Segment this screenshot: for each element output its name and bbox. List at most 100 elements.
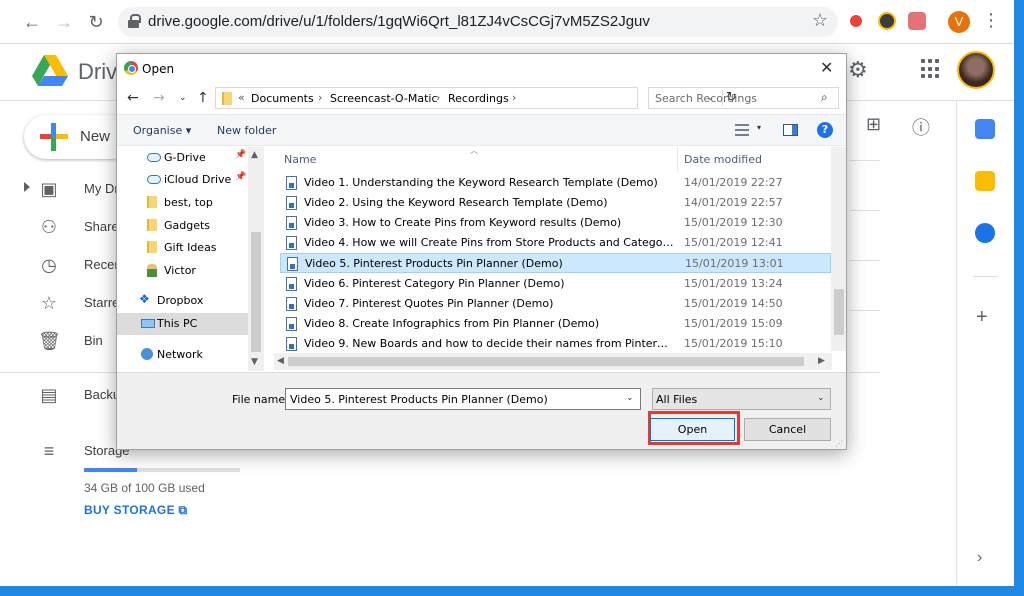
scroll-left-icon[interactable]: ◀: [277, 356, 284, 366]
file-type-value: All Files: [656, 393, 698, 406]
video-file-icon: [287, 257, 298, 271]
add-addon-icon[interactable]: +: [976, 306, 988, 329]
forward-icon[interactable]: →: [52, 10, 76, 34]
bookmark-star-icon[interactable]: ☆: [812, 10, 828, 31]
file-row[interactable]: Video 3. How to Create Pins from Keyword…: [280, 213, 831, 233]
column-header-name[interactable]: Name: [284, 153, 316, 166]
file-row[interactable]: Video 6. Pinterest Category Pin Planner …: [280, 274, 831, 294]
profile-avatar[interactable]: V: [948, 11, 970, 33]
breadcrumb-separator[interactable]: ›: [318, 91, 322, 104]
scrollbar-thumb[interactable]: [251, 232, 261, 352]
file-row[interactable]: Video 8. Create Infographics from Pin Pl…: [280, 314, 831, 334]
close-icon[interactable]: ✕: [820, 58, 833, 77]
file-name: Video 1. Understanding the Keyword Resea…: [304, 176, 658, 189]
scrollbar-thumb[interactable]: [288, 357, 804, 366]
file-row[interactable]: Video 9. New Boards and how to decide th…: [280, 334, 831, 354]
chevron-down-icon[interactable]: ⌄: [817, 393, 825, 403]
breadcrumb-separator[interactable]: ›: [512, 91, 516, 104]
breadcrumb-recordings[interactable]: Recordings: [448, 92, 509, 105]
resize-grip-icon[interactable]: ⋰: [835, 439, 843, 448]
file-row[interactable]: Video 2. Using the Keyword Research Temp…: [280, 193, 831, 213]
info-icon[interactable]: ⓘ: [912, 114, 930, 140]
file-row-selected[interactable]: Video 5. Pinterest Products Pin Planner …: [280, 253, 831, 273]
file-name: Video 3. How to Create Pins from Keyword…: [304, 216, 622, 229]
grid-view-icon[interactable]: ⊞: [866, 114, 881, 135]
tasks-icon[interactable]: [975, 223, 995, 243]
preview-pane-icon[interactable]: [783, 124, 798, 136]
calendar-icon[interactable]: [975, 119, 995, 139]
nav-item-this-pc[interactable]: This PC: [117, 313, 248, 335]
chevron-right-icon[interactable]: ›: [977, 549, 982, 567]
pin-icon: 📌: [235, 150, 247, 160]
file-row[interactable]: Video 4. How we will Create Pins from St…: [280, 233, 831, 253]
file-list-horizontal-scrollbar[interactable]: ◀ ▶: [274, 353, 832, 370]
video-file-icon: [286, 277, 297, 291]
breadcrumb-separator[interactable]: ›: [436, 91, 440, 104]
sidebar-item-label: Backu: [84, 387, 121, 402]
breadcrumb-screencast[interactable]: Screencast-O-Matic: [330, 92, 438, 105]
nav-item-icloud-drive[interactable]: iCloud Drive 📌: [117, 169, 247, 191]
up-arrow-icon[interactable]: ↑: [197, 90, 209, 106]
nav-item-network[interactable]: Network: [117, 344, 247, 366]
nav-item-label: best, top: [164, 196, 213, 209]
backup-icon: ▤: [40, 385, 58, 405]
apps-grid-icon[interactable]: [921, 59, 941, 79]
nav-item-dropbox[interactable]: ❖ Dropbox: [117, 290, 247, 312]
keep-icon[interactable]: [975, 171, 995, 191]
scrollbar-thumb[interactable]: [834, 289, 844, 335]
dialog-search-input[interactable]: Search Recordings ⌕: [648, 87, 839, 109]
file-name-input[interactable]: Video 5. Pinterest Products Pin Planner …: [285, 388, 641, 410]
dialog-breadcrumb[interactable]: « Documents › Screencast-O-Matic › Recor…: [215, 87, 737, 109]
expand-caret-icon[interactable]: [24, 182, 30, 192]
folder-icon: [222, 92, 232, 105]
file-row[interactable]: Video 1. Understanding the Keyword Resea…: [280, 173, 831, 193]
cancel-button[interactable]: Cancel: [744, 418, 831, 441]
nav-item-gift-ideas[interactable]: Gift Ideas: [117, 237, 247, 259]
file-date: 15/01/2019 14:50: [684, 297, 783, 310]
column-header-date[interactable]: Date modified: [684, 153, 762, 166]
file-date: 15/01/2019 13:24: [684, 277, 783, 290]
back-arrow-icon[interactable]: ←: [127, 90, 139, 106]
settings-gear-icon[interactable]: ⚙: [848, 57, 868, 83]
extension-icon[interactable]: [850, 15, 862, 27]
nav-item-g-drive[interactable]: G-Drive 📌: [117, 147, 247, 169]
forward-arrow-icon[interactable]: →: [153, 90, 165, 106]
new-folder-button[interactable]: New folder: [217, 124, 276, 137]
column-divider[interactable]: [677, 147, 678, 171]
breadcrumb-documents[interactable]: Documents: [251, 92, 314, 105]
file-row[interactable]: Video 7. Pinterest Quotes Pin Planner (D…: [280, 294, 831, 314]
view-dropdown-icon[interactable]: ▾: [757, 123, 761, 132]
nav-scrollbar[interactable]: ▲ ▼: [248, 147, 264, 371]
nav-item-gadgets[interactable]: Gadgets: [117, 215, 247, 237]
address-bar[interactable]: drive.google.com/drive/u/1/folders/1gqWi…: [118, 7, 838, 37]
file-type-select[interactable]: All Files ⌄: [652, 388, 831, 410]
file-list-vertical-scrollbar[interactable]: [831, 147, 846, 351]
dialog-titlebar[interactable]: Open ✕: [117, 54, 846, 84]
nav-item-best-top[interactable]: best, top: [117, 192, 247, 214]
buy-storage-link[interactable]: BUY STORAGE ⧉: [84, 503, 187, 518]
sort-caret-icon: ︿: [470, 146, 478, 155]
account-avatar[interactable]: [957, 51, 995, 89]
extension-icon[interactable]: [878, 12, 896, 30]
shield-extension-icon[interactable]: [908, 12, 926, 30]
help-icon[interactable]: ?: [817, 122, 833, 138]
chevron-down-icon[interactable]: ⌄: [626, 393, 634, 403]
dialog-address-row: ← → ⌄ ↑ « Documents › Screencast-O-Matic…: [117, 84, 846, 114]
drive-logo-icon: [32, 55, 68, 86]
scroll-down-icon[interactable]: ▼: [251, 357, 258, 367]
search-icon[interactable]: ⌕: [821, 90, 828, 105]
reload-icon[interactable]: ↻: [84, 10, 108, 34]
recent-locations-icon[interactable]: ⌄: [179, 93, 187, 103]
open-button[interactable]: Open: [650, 418, 735, 441]
nav-item-victor[interactable]: Victor: [117, 260, 247, 282]
browser-menu-icon[interactable]: ⋮: [982, 10, 1000, 31]
view-options-icon[interactable]: [735, 124, 749, 136]
cloud-icon: [147, 153, 161, 162]
organise-button[interactable]: Organise ▾: [133, 124, 191, 137]
scroll-up-icon[interactable]: ▲: [251, 150, 258, 160]
scroll-right-icon[interactable]: ▶: [818, 356, 825, 366]
sidebar-item-label: Starre: [84, 295, 120, 310]
file-name: Video 5. Pinterest Products Pin Planner …: [305, 257, 563, 270]
breadcrumb-overflow[interactable]: «: [238, 91, 245, 104]
back-icon[interactable]: ←: [20, 10, 44, 34]
